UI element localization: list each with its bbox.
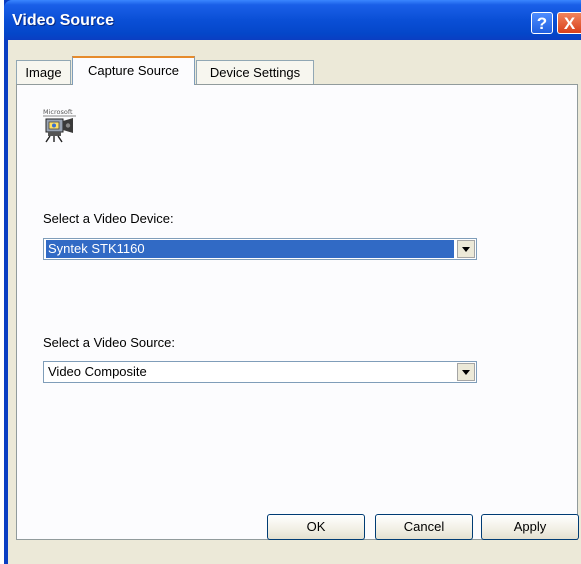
tab-capture-source[interactable]: Capture Source xyxy=(72,56,195,85)
video-device-select[interactable]: Syntek STK1160 xyxy=(43,238,477,260)
video-source-dialog: Video Source ? X Image Capture Source De… xyxy=(4,0,581,564)
video-source-value: Video Composite xyxy=(48,364,147,379)
video-source-label: Select a Video Source: xyxy=(43,335,176,350)
tab-image[interactable]: Image xyxy=(16,60,71,84)
help-button[interactable]: ? xyxy=(531,12,553,34)
video-source-select[interactable]: Video Composite xyxy=(43,361,477,383)
dialog-client-area: Image Capture Source Device Settings Mic… xyxy=(8,40,581,564)
capture-source-panel: Microsoft Select a Video Device: Syntek … xyxy=(16,84,578,540)
chevron-down-icon[interactable] xyxy=(457,363,475,381)
apply-button[interactable]: Apply xyxy=(481,514,579,540)
video-camera-icon: Microsoft xyxy=(43,108,76,143)
ok-button[interactable]: OK xyxy=(267,514,365,540)
cancel-button[interactable]: Cancel xyxy=(375,514,473,540)
chevron-down-icon[interactable] xyxy=(457,240,475,258)
window-title: Video Source xyxy=(12,12,114,29)
video-device-label: Select a Video Device: xyxy=(43,211,174,226)
microsoft-logo-text: Microsoft xyxy=(43,108,73,116)
title-bar[interactable]: Video Source ? X xyxy=(4,0,581,40)
close-button[interactable]: X xyxy=(557,12,581,34)
tab-device-settings[interactable]: Device Settings xyxy=(196,60,314,84)
video-device-value: Syntek STK1160 xyxy=(46,240,454,258)
